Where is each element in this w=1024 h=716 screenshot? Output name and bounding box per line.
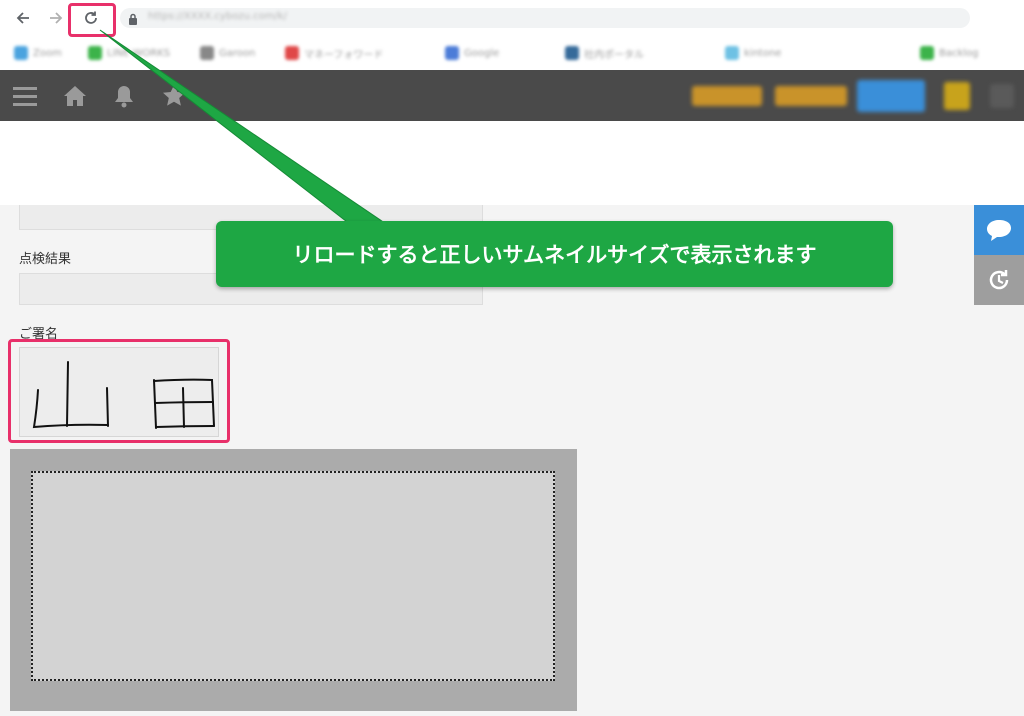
annotation-callout: リロードすると正しいサムネイルサイズで表示されます — [216, 221, 893, 287]
annotation-arrow — [99, 29, 400, 233]
